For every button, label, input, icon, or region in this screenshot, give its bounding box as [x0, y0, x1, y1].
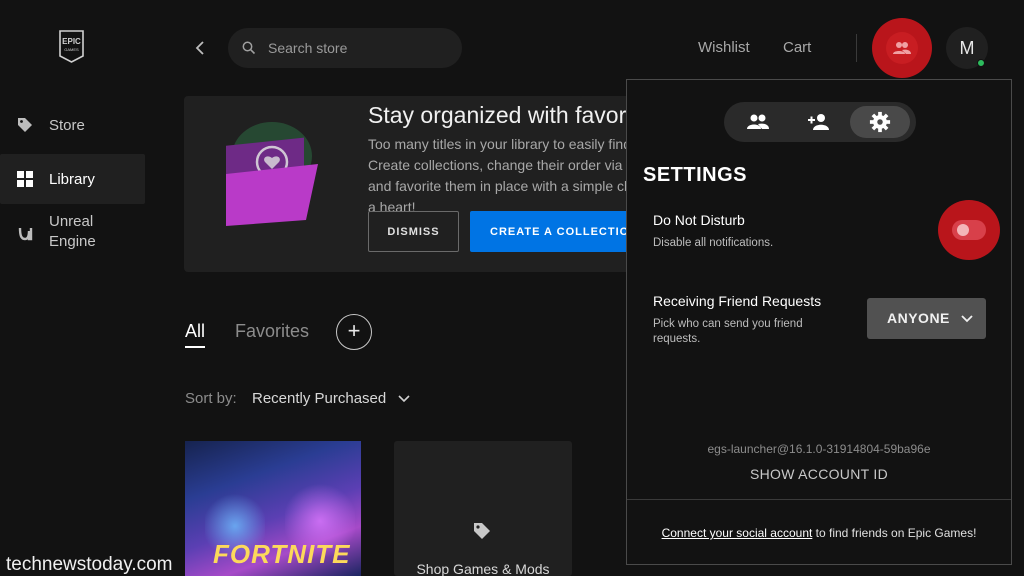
connect-social-link[interactable]: Connect your social account	[662, 526, 813, 540]
popup-divider	[627, 499, 1011, 500]
cart-link[interactable]: Cart	[783, 39, 811, 56]
toggle-knob	[957, 224, 969, 236]
sort-label: Sort by:	[185, 390, 237, 407]
dnd-description: Disable all notifications.	[653, 237, 774, 249]
grid-icon	[17, 171, 33, 187]
watermark: technewstoday.com	[6, 554, 173, 575]
sidebar-item-label: Store	[49, 116, 85, 134]
do-not-disturb-toggle[interactable]	[952, 220, 986, 240]
avatar-initial: M	[959, 37, 975, 58]
friends-icon	[747, 114, 769, 129]
dnd-toggle-highlight	[938, 200, 1000, 260]
tag-icon	[18, 118, 32, 132]
select-value: ANYONE	[887, 310, 950, 326]
show-account-id-button[interactable]: SHOW ACCOUNT ID	[627, 466, 1011, 482]
settings-title: SETTINGS	[643, 164, 748, 186]
sidebar-item-label: Unreal Engine	[49, 213, 96, 250]
tab-add-friend[interactable]	[789, 106, 849, 138]
heart-folder-icon	[226, 122, 318, 226]
unreal-icon	[18, 227, 33, 241]
sidebar-item-library[interactable]: Library	[0, 154, 145, 204]
friend-requests-select[interactable]: ANYONE	[867, 298, 986, 339]
plus-icon: +	[347, 318, 361, 343]
banner-text: Too many titles in your library to easil…	[368, 136, 644, 215]
friend-requests-description: Pick who can send you friend requests.	[653, 318, 803, 345]
tab-all[interactable]: All	[185, 321, 205, 342]
add-friend-icon	[808, 114, 829, 130]
create-collection-button[interactable]: CREATE A COLLECTION	[470, 211, 644, 252]
online-status-indicator	[977, 59, 985, 67]
tab-favorites[interactable]: Favorites	[235, 321, 309, 342]
chevron-down-icon[interactable]	[398, 394, 410, 404]
tab-settings[interactable]	[850, 106, 910, 138]
game-title: FORTNITE	[213, 539, 351, 569]
tag-icon	[474, 523, 490, 539]
social-connect-text: Connect your social account to find frie…	[627, 526, 1011, 540]
search-icon	[242, 41, 256, 55]
back-arrow-icon[interactable]	[190, 38, 210, 58]
sort-dropdown[interactable]: Recently Purchased	[252, 390, 386, 407]
friend-requests-title: Receiving Friend Requests	[653, 293, 822, 309]
launcher-version: egs-launcher@16.1.0-31914804-59ba96e	[707, 442, 931, 456]
sidebar-item-label: Library	[49, 170, 95, 188]
svg-text:GAMES: GAMES	[64, 47, 79, 52]
dnd-title: Do Not Disturb	[653, 212, 745, 228]
epic-games-logo[interactable]: EPIC GAMES	[58, 30, 85, 63]
sidebar-item-store[interactable]: Store	[0, 110, 145, 140]
gear-icon	[869, 111, 891, 133]
tab-friends[interactable]	[728, 106, 788, 138]
shop-games-card[interactable]: Shop Games & Mods	[394, 441, 572, 576]
social-connect-rest: to find friends on Epic Games!	[812, 526, 977, 540]
active-tab-indicator	[185, 346, 205, 348]
banner-title: Stay organized with favorites	[368, 102, 644, 128]
header-divider	[856, 34, 857, 62]
sidebar: EPIC GAMES Store Library Unreal Engine	[0, 0, 148, 576]
game-card-fortnite[interactable]: FORTNITE	[185, 441, 361, 576]
sidebar-item-unreal-engine[interactable]: Unreal Engine	[0, 212, 145, 256]
add-collection-button[interactable]: +	[336, 314, 372, 350]
collections-banner: Stay organized with favorites Too many t…	[184, 96, 644, 272]
shop-card-label: Shop Games & Mods	[416, 561, 550, 576]
chevron-down-icon	[961, 315, 973, 323]
settings-popup: SETTINGS Do Not Disturb Disable all noti…	[626, 79, 1012, 565]
friends-button[interactable]	[872, 18, 932, 78]
dismiss-button[interactable]: DISMISS	[368, 211, 459, 252]
search-input[interactable]	[268, 38, 448, 58]
svg-text:EPIC: EPIC	[62, 37, 81, 46]
friends-icon	[893, 42, 911, 54]
popup-tab-switcher	[724, 102, 916, 142]
search-bar[interactable]	[228, 28, 462, 68]
wishlist-link[interactable]: Wishlist	[698, 39, 750, 56]
